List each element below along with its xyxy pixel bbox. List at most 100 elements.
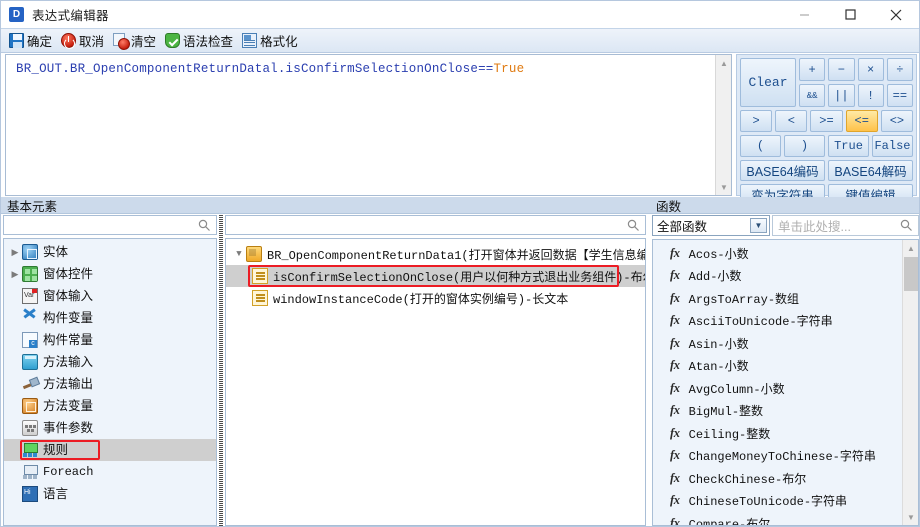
scroll-up-icon[interactable]: ▲ [903, 240, 918, 256]
clear-button[interactable]: 清空 [110, 30, 162, 51]
basic-search-input[interactable] [8, 217, 193, 233]
member-tree[interactable]: ▼ BR_OpenComponentReturnData1(打开窗体并返回数据【… [225, 238, 646, 526]
function-list-item[interactable]: fx Acos-小数 [653, 242, 918, 265]
paren-close-button[interactable]: ) [784, 135, 825, 157]
function-label: ChangeMoneyToChinese-字符串 [688, 450, 876, 465]
op-not-equal-button[interactable]: <> [880, 110, 914, 132]
function-label: AsciiToUnicode-字符串 [688, 315, 833, 330]
function-search-box[interactable]: 单击此处搜... [772, 215, 919, 236]
syntax-check-button[interactable]: 语法检查 [162, 30, 239, 51]
true-button[interactable]: True [828, 135, 869, 157]
format-button[interactable]: 格式化 [239, 30, 304, 51]
function-category-select[interactable]: 全部函数 ▼ [652, 215, 770, 236]
op-divide-button[interactable]: ÷ [886, 58, 913, 81]
minimize-icon[interactable] [781, 1, 827, 28]
fx-icon: fx [670, 313, 680, 328]
save-icon [9, 33, 24, 48]
op-multiply-button[interactable]: × [857, 58, 884, 81]
function-list-item[interactable]: fx CheckChinese-布尔 [653, 467, 918, 490]
function-list-item[interactable]: fx Atan-小数 [653, 355, 918, 378]
function-list[interactable]: fx Acos-小数 fx Add-小数 fx ArgsToArray-数组 fx As… [652, 239, 919, 526]
tree-item-component-constant[interactable]: ▶ 构件常量 [4, 329, 216, 351]
confirm-button[interactable]: 确定 [6, 30, 58, 51]
member-search-input[interactable] [230, 217, 620, 233]
member-search-box[interactable] [225, 215, 646, 235]
window-title: 表达式编辑器 [32, 9, 109, 23]
function-list-item[interactable]: fx Add-小数 [653, 265, 918, 288]
function-list-item[interactable]: fx ChineseToUnicode-字符串 [653, 490, 918, 513]
close-icon[interactable] [873, 1, 919, 28]
expression-text[interactable]: BR_OUT.BR_OpenComponentReturnDatal.isCon… [6, 55, 731, 76]
tree-item-method-input[interactable]: ▶ 方法输入 [4, 351, 216, 373]
clear-expression-button[interactable]: Clear [740, 58, 796, 107]
base64-decode-button[interactable]: BASE64解码 [828, 160, 913, 181]
op-less-equal-button[interactable]: <= [845, 110, 878, 132]
expression-scrollbar[interactable]: ▲ ▼ [715, 55, 731, 195]
paren-open-button[interactable]: ( [740, 135, 781, 157]
expression-editor-area[interactable]: BR_OUT.BR_OpenComponentReturnDatal.isCon… [5, 54, 732, 196]
member-tree-item[interactable]: windowInstanceCode(打开的窗体实例编号)-长文本 [226, 287, 645, 309]
tree-item-component-variable[interactable]: ▶ 构件变量 [4, 307, 216, 329]
member-root-label: BR_OpenComponentReturnData1(打开窗体并返回数据【学生… [267, 248, 646, 263]
cancel-button[interactable]: 取消 [58, 30, 110, 51]
chevron-down-icon[interactable]: ▼ [750, 218, 767, 233]
tree-item-label: 实体 [43, 245, 69, 259]
scroll-up-icon[interactable]: ▲ [716, 55, 731, 71]
function-label: Asin-小数 [688, 337, 749, 352]
op-equals-button[interactable]: == [886, 84, 913, 107]
tree-item-method-variable[interactable]: ▶ 方法变量 [4, 395, 216, 417]
function-list-item[interactable]: fx AsciiToUnicode-字符串 [653, 310, 918, 333]
search-icon[interactable] [900, 219, 913, 232]
title-bar: D 表达式编辑器 [1, 1, 919, 28]
op-greater-equal-button[interactable]: >= [810, 110, 843, 132]
function-list-scrollbar[interactable]: ▲ ▼ [902, 240, 918, 525]
op-plus-button[interactable]: + [799, 58, 826, 81]
tree-item-foreach[interactable]: ▶ Foreach [4, 461, 216, 483]
function-label: Atan-小数 [688, 360, 749, 375]
base64-encode-button[interactable]: BASE64编码 [740, 160, 825, 181]
scroll-down-icon[interactable]: ▼ [716, 179, 731, 195]
tree-item-rule[interactable]: ▶ 规则 [4, 439, 216, 461]
op-minus-button[interactable]: − [828, 58, 855, 81]
search-icon[interactable] [198, 219, 211, 232]
function-label: Add-小数 [688, 270, 742, 285]
basic-search-box[interactable] [3, 215, 217, 235]
op-less-button[interactable]: < [775, 110, 808, 132]
scroll-down-icon[interactable]: ▼ [903, 509, 918, 525]
tree-item-language[interactable]: ▶ 语言 [4, 483, 216, 505]
form-control-icon [22, 266, 38, 282]
chevron-right-icon[interactable]: ▶ [8, 247, 22, 258]
tree-item-form-input[interactable]: ▶ 窗体输入 [4, 285, 216, 307]
op-and-button[interactable]: && [799, 84, 826, 107]
false-button[interactable]: False [872, 135, 913, 157]
chevron-right-icon[interactable]: ▶ [8, 269, 22, 280]
function-list-item[interactable]: fx Ceiling-整数 [653, 422, 918, 445]
member-tree-item-selected[interactable]: isConfirmSelectionOnClose(用户以何种方式退出业务组件)… [226, 265, 645, 287]
op-not-button[interactable]: ! [857, 84, 884, 107]
function-list-item[interactable]: fx Compare-布尔 [653, 512, 918, 525]
function-list-item[interactable]: fx AvgColumn-小数 [653, 377, 918, 400]
tree-item-event-parameter[interactable]: ▶ 事件参数 [4, 417, 216, 439]
search-icon[interactable] [627, 219, 640, 232]
op-or-button[interactable]: || [828, 84, 855, 107]
tree-item-entity[interactable]: ▶ 实体 [4, 241, 216, 263]
function-list-item[interactable]: fx ChangeMoneyToChinese-字符串 [653, 445, 918, 468]
tree-item-form-control[interactable]: ▶ 窗体控件 [4, 263, 216, 285]
scrollbar-thumb[interactable] [904, 257, 918, 291]
op-greater-button[interactable]: > [740, 110, 773, 132]
member-tree-root[interactable]: ▼ BR_OpenComponentReturnData1(打开窗体并返回数据【… [226, 243, 645, 265]
toolbar: 确定 取消 清空 语法检查 格式化 [1, 28, 919, 53]
panel-splitter[interactable] [219, 215, 223, 526]
member-tree-panel: ▼ BR_OpenComponentReturnData1(打开窗体并返回数据【… [225, 215, 646, 526]
function-list-item[interactable]: fx ArgsToArray-数组 [653, 287, 918, 310]
tree-item-label: 规则 [43, 443, 69, 457]
expression-body: BR_OUT.BR_OpenComponentReturnDatal.isCon… [16, 62, 494, 76]
function-list-item[interactable]: fx BigMul-整数 [653, 400, 918, 423]
chevron-down-icon[interactable]: ▼ [232, 249, 246, 259]
app-logo-icon: D [9, 7, 24, 22]
function-list-item[interactable]: fx Asin-小数 [653, 332, 918, 355]
basic-elements-tree[interactable]: ▶ 实体 ▶ 窗体控件 ▶ 窗体输入 ▶ 构件变量 ▶ [3, 238, 217, 526]
tree-item-method-output[interactable]: ▶ 方法输出 [4, 373, 216, 395]
rule-node-icon [246, 246, 262, 262]
maximize-icon[interactable] [827, 1, 873, 28]
